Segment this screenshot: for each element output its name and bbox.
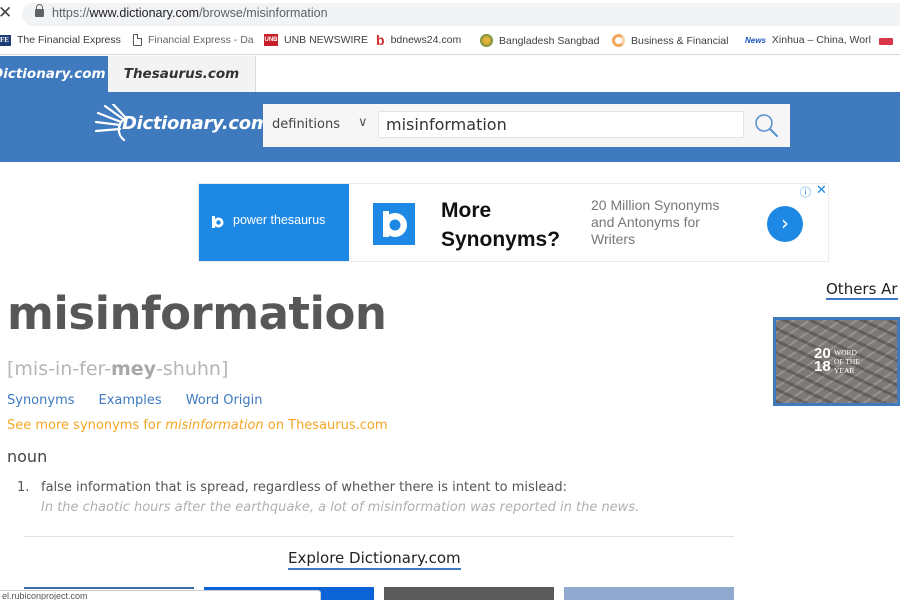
search-mode-select[interactable]: definitions bbox=[272, 117, 340, 132]
divider bbox=[24, 536, 734, 537]
bdnews-icon: b bbox=[376, 32, 385, 48]
url-scheme: https:// bbox=[52, 6, 90, 20]
headword: misinformation bbox=[7, 287, 387, 340]
site-tabs: Dictionary.com Thesaurus.com bbox=[0, 56, 900, 92]
wotd-year-bottom: 18 bbox=[814, 358, 831, 375]
thes-link-suffix: on Thesaurus.com bbox=[263, 418, 388, 433]
info-icon[interactable]: ⓘ bbox=[800, 184, 811, 200]
wotd-label-line: YEAR bbox=[834, 366, 855, 375]
explore-tile-4[interactable] bbox=[564, 587, 734, 600]
logo-text: Dictionary.com bbox=[122, 113, 270, 134]
wotd-year: 20 18 bbox=[814, 346, 831, 375]
ad-headline-line-2: Synonyms? bbox=[441, 228, 561, 251]
bookmark-business-financial[interactable]: Business & Financial bbox=[612, 34, 728, 47]
thes-link-prefix: See more synonyms for bbox=[7, 418, 166, 433]
ad-brand-name: power thesaurus bbox=[233, 213, 326, 227]
bookmark-xinhua[interactable]: News Xinhua – China, Worl bbox=[745, 34, 871, 46]
tab-label: Thesaurus.com bbox=[123, 66, 240, 82]
explore-tile-3[interactable] bbox=[384, 587, 554, 600]
ad-close-icon[interactable]: ✕ bbox=[816, 183, 827, 198]
ad-headline-line-1: More bbox=[441, 199, 492, 222]
ad-headline: More Synonyms? bbox=[441, 196, 560, 254]
bookmark-financial-express[interactable]: FE The Financial Express bbox=[0, 34, 121, 46]
browser-address-bar: ✕ https://www.dictionary.com/browse/misi… bbox=[0, 0, 900, 28]
bookmark-label: Xinhua – China, Worl bbox=[771, 34, 871, 46]
red-site-icon bbox=[879, 38, 893, 45]
ad-subtext: 20 Million Synonyms and Antonyms for Wri… bbox=[591, 197, 720, 247]
word-origin-link[interactable]: Word Origin bbox=[186, 393, 263, 408]
browser-status-bubble: el.rubiconproject.com bbox=[0, 590, 321, 600]
url-input[interactable]: https://www.dictionary.com/browse/misinf… bbox=[22, 3, 900, 26]
wotd-label-line: WORD bbox=[834, 348, 857, 357]
power-thesaurus-logo-icon bbox=[212, 216, 224, 228]
pron-part: [mis-in-fer- bbox=[7, 358, 111, 380]
wotd-label: WORD OF THE YEAR bbox=[834, 348, 860, 375]
bookmark-label: Business & Financial bbox=[631, 34, 729, 47]
search-icon[interactable] bbox=[753, 112, 781, 140]
search-box: definitions ∨ misinformation bbox=[263, 104, 790, 147]
examples-link[interactable]: Examples bbox=[99, 393, 162, 408]
unb-icon: UNB bbox=[264, 34, 278, 46]
pron-stress: mey bbox=[110, 358, 157, 380]
news-icon: News bbox=[745, 35, 766, 45]
tab-label: Dictionary.com bbox=[0, 66, 106, 82]
search-input[interactable]: misinformation bbox=[378, 111, 744, 138]
tab-thesaurus[interactable]: Thesaurus.com bbox=[108, 56, 256, 92]
definition-example: In the chaotic hours after the earthquak… bbox=[41, 500, 640, 515]
lock-icon bbox=[35, 4, 44, 17]
pronunciation: [mis-in-fer-mey-shuhn] bbox=[7, 358, 228, 380]
thes-link-word: misinformation bbox=[165, 418, 264, 433]
url-path: /browse/misinformation bbox=[199, 6, 328, 20]
url-host: www.dictionary.com bbox=[89, 6, 200, 20]
part-of-speech: noun bbox=[7, 447, 48, 466]
bookmark-label: Financial Express - Da bbox=[148, 34, 254, 46]
bookmark-label: UNB NEWSWIRE bbox=[284, 34, 368, 46]
pron-part: -shuhn] bbox=[156, 358, 229, 380]
dictionary-logo[interactable]: Dictionary.com bbox=[94, 104, 270, 144]
bookmark-label: The Financial Express bbox=[17, 34, 121, 46]
fe-icon: FE bbox=[0, 34, 11, 46]
wotd-label-line: OF THE bbox=[834, 357, 860, 366]
bookmark-unb-newswire[interactable]: UNB UNB NEWSWIRE bbox=[264, 34, 368, 46]
ad-banner[interactable]: power thesaurus More Synonyms? 20 Millio… bbox=[198, 183, 829, 262]
bookmark-bdnews24[interactable]: b bdnews24.com bbox=[376, 32, 462, 48]
chevron-right-icon[interactable]: › bbox=[767, 206, 803, 242]
bookmark-label: Bangladesh Sangbad bbox=[499, 34, 600, 47]
business-icon bbox=[612, 34, 625, 47]
bookmark-bangladesh-sangbad[interactable]: Bangladesh Sangbad bbox=[480, 34, 599, 47]
bookmarks-bar: FE The Financial Express Financial Expres… bbox=[0, 28, 900, 55]
bss-icon bbox=[480, 34, 493, 47]
bookmark-financial-express-daily[interactable]: Financial Express - Da bbox=[133, 34, 254, 46]
site-header: Dictionary.com definitions ∨ misinformat… bbox=[0, 92, 900, 162]
tab-dictionary[interactable]: Dictionary.com bbox=[0, 56, 108, 92]
ad-brand-panel[interactable]: power thesaurus bbox=[199, 184, 349, 261]
entry-links: Synonyms Examples Word Origin bbox=[7, 393, 287, 408]
bookmark-more[interactable] bbox=[879, 38, 899, 45]
page-icon bbox=[133, 34, 142, 46]
sidebar-heading: Others Ar bbox=[826, 280, 898, 300]
synonyms-link[interactable]: Synonyms bbox=[7, 393, 75, 408]
explore-heading[interactable]: Explore Dictionary.com bbox=[288, 549, 461, 570]
chevron-down-icon[interactable]: ∨ bbox=[358, 115, 368, 130]
definition-text: false information that is spread, regard… bbox=[41, 480, 568, 495]
url-text: https://www.dictionary.com/browse/misinf… bbox=[52, 6, 328, 20]
bookmark-label: bdnews24.com bbox=[390, 34, 462, 46]
word-of-the-year-card[interactable]: 20 18 WORD OF THE YEAR bbox=[773, 317, 900, 406]
power-thesaurus-app-icon bbox=[373, 203, 415, 245]
close-icon[interactable]: ✕ bbox=[0, 3, 12, 23]
thesaurus-link[interactable]: See more synonyms for misinformation on … bbox=[7, 418, 388, 433]
definition-number: 1. bbox=[17, 480, 30, 495]
